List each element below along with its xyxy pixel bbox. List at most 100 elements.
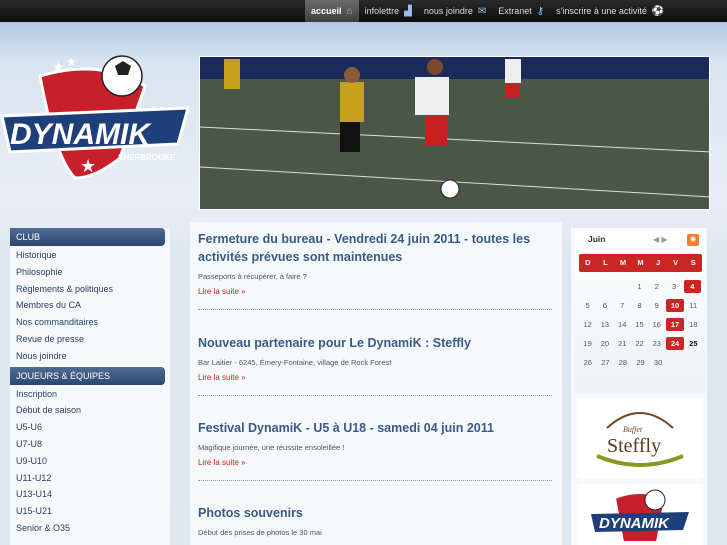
prev-month-icon[interactable]: ◀ <box>653 235 659 244</box>
news-item: Nouveau partenaire pour Le DynamiK : Ste… <box>198 334 554 396</box>
calendar-week: 1 2 34 <box>579 277 702 296</box>
calendar-day: 22 <box>635 339 644 348</box>
calendar-day: 28 <box>618 358 628 367</box>
sidebar-link[interactable]: U9-U10 <box>10 453 170 470</box>
calendar-day: 9 <box>654 301 659 310</box>
nav-item-4[interactable]: s'inscrire à une activité ⚽ <box>550 0 670 22</box>
news-title[interactable]: Photos souvenirs <box>198 504 554 522</box>
nav-label: infolettre <box>364 6 400 16</box>
calendar-event-day[interactable]: 4 <box>683 280 701 293</box>
player-figure <box>224 59 240 89</box>
hero-photo <box>199 56 710 210</box>
news-title[interactable]: Festival DynamiK - U5 à U18 - samedi 04 … <box>198 419 554 437</box>
nav-item-0[interactable]: accueil ⌂ <box>305 0 359 22</box>
nav-label: accueil <box>311 6 342 16</box>
sidebar-link[interactable]: Historique <box>10 247 170 264</box>
sidebar-link[interactable]: U11-U12 <box>10 470 170 487</box>
calendar-day: 29 <box>636 358 645 367</box>
calendar-day: 8 <box>637 301 642 310</box>
nav-label: s'inscrire à une activité <box>556 6 647 16</box>
weekday-label: J <box>656 258 661 267</box>
calendar-nav[interactable]: ◀ ▶ <box>653 235 668 244</box>
news-title[interactable]: Nouveau partenaire pour Le DynamiK : Ste… <box>198 334 554 352</box>
sidebar-link[interactable]: Revue de presse <box>10 331 170 348</box>
news-summary: Magifique journée, une réussite ensoleil… <box>198 443 345 452</box>
logo-text: DYNAMIK <box>599 515 670 532</box>
right-sidebar: Juin ◀ ▶ ◉ DLMMJVS 1 2 3 4 5 6 7 8 9 10 11 12 13 14 15… <box>571 228 707 545</box>
calendar-day: 13 <box>600 320 610 329</box>
sidebar-heading-club: CLUB <box>10 228 165 246</box>
calendar-day: 20 <box>600 339 610 348</box>
calendar-day: 16 <box>652 320 661 329</box>
rss-icon[interactable]: ◉ <box>687 234 699 246</box>
read-more-link[interactable]: Lire la suite » <box>198 458 246 467</box>
news-summary: Bar Laitier - 6245, Émery-Fontaine, vill… <box>198 358 392 367</box>
weekday-label: M <box>619 258 627 267</box>
envelope-icon: ✉ <box>477 5 487 17</box>
sponsor-dynamik[interactable]: DYNAMIK <box>577 484 703 545</box>
sidebar-heading-teams: JOUEURS & ÉQUIPES <box>10 366 165 385</box>
news-summary: Passeports à récupérer, à faire ? <box>198 272 307 281</box>
calendar-day: 5 <box>585 301 590 310</box>
calendar-event-day[interactable]: 10 <box>666 299 684 312</box>
calendar-day: 23 <box>652 339 661 348</box>
news-summary: Début des prises de photos le 30 mai <box>198 528 322 537</box>
calendar-day: 2 <box>654 282 659 291</box>
news-item: Festival DynamiK - U5 à U18 - samedi 04 … <box>198 419 554 481</box>
nav-label: nous joindre <box>423 6 473 16</box>
calendar-day: 7 <box>620 301 625 310</box>
sponsor-steffly[interactable]: Buffet Steffly <box>577 398 703 478</box>
player-figure <box>505 59 521 97</box>
weekday-label: D <box>585 258 591 267</box>
calendar-day: 26 <box>583 358 592 367</box>
club-logo[interactable]: ★ ★ DYNAMIK SHERBROOKE ★ <box>0 48 195 183</box>
sidebar-link[interactable]: Membres du CA <box>10 297 170 314</box>
sidebar-link[interactable]: Nous joindre <box>10 348 170 365</box>
sidebar-link[interactable]: Inscription <box>10 386 170 403</box>
logo-city: SHERBROOKE <box>118 153 176 162</box>
calendar-week: 12 13 14 15 16 17 18 <box>579 315 702 334</box>
calendar-day: 1 <box>637 282 642 291</box>
news-divider <box>198 395 552 396</box>
sidebar-link[interactable]: U7-U8 <box>10 436 170 453</box>
sponsor-tag: Buffet <box>623 425 643 434</box>
nav-item-1[interactable]: infolettre ▟ <box>359 0 418 22</box>
sidebar-link[interactable]: Règlements & politiques <box>10 281 170 298</box>
read-more-link[interactable]: Lire la suite » <box>198 373 246 382</box>
sidebar-link[interactable]: U5-U6 <box>10 419 170 436</box>
calendar-week: 5 6 7 8 9 10 11 <box>579 296 702 315</box>
top-nav-bar: accueil ⌂ infolettre ▟ nous joindre ✉ Extranet… <box>0 0 727 22</box>
calendar-event-day[interactable]: 17 <box>666 318 684 331</box>
sidebar-link[interactable]: Début de saison <box>10 402 170 419</box>
next-month-icon[interactable]: ▶ <box>661 235 667 244</box>
key-icon: ⚷ <box>536 5 545 17</box>
calendar-day: 21 <box>618 339 627 348</box>
nav-item-3[interactable]: Extranet ⚷ <box>492 0 550 22</box>
news-divider <box>198 309 552 310</box>
calendar-day: 14 <box>618 320 627 329</box>
logo-text: DYNAMIK <box>10 118 152 151</box>
read-more-link[interactable]: Lire la suite » <box>198 287 246 296</box>
sidebar-link[interactable]: U15-U21 <box>10 503 170 520</box>
sponsor-name: Steffly <box>607 435 661 457</box>
calendar-day: 25 <box>689 339 698 348</box>
sidebar-link[interactable]: Philosophie <box>10 264 170 281</box>
weekday-label: V <box>673 258 679 267</box>
sidebar-link[interactable]: U13-U14 <box>10 486 170 503</box>
news-item: Fermeture du bureau - Vendredi 24 juin 2… <box>198 230 554 310</box>
left-sidebar: CLUB Historique Philosophie Règlements & p… <box>10 228 170 545</box>
weekday-label: S <box>690 258 696 267</box>
calendar-day: 19 <box>583 339 592 348</box>
nav-item-2[interactable]: nous joindre ✉ <box>418 0 492 22</box>
news-list: Fermeture du bureau - Vendredi 24 juin 2… <box>190 222 562 545</box>
calendar-event-day[interactable]: 24 <box>666 337 684 350</box>
calendar-day: 12 <box>583 320 592 329</box>
news-title[interactable]: Fermeture du bureau - Vendredi 24 juin 2… <box>198 230 554 266</box>
calendar-weekday-header: DLMMJVS <box>579 254 702 272</box>
main-nav: accueil ⌂ infolettre ▟ nous joindre ✉ Extranet… <box>305 0 670 22</box>
calendar-day: 6 <box>602 301 607 310</box>
sidebar-link[interactable]: Senior & O35 <box>10 520 170 537</box>
sidebar-link[interactable]: Nos commanditaires <box>10 314 170 331</box>
home-icon: ⌂ <box>346 5 353 17</box>
calendar-day: 30 <box>653 358 663 367</box>
